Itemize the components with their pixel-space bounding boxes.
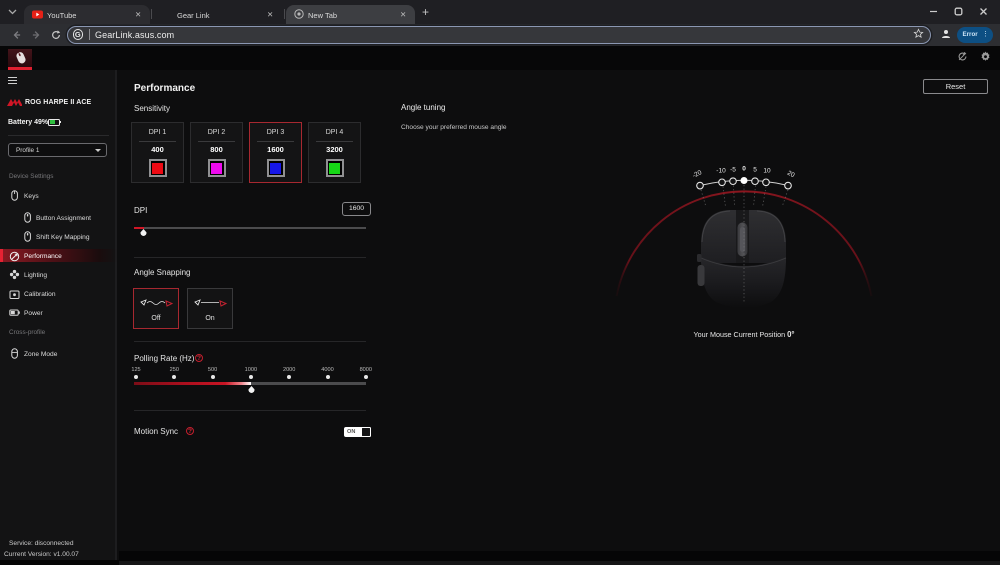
svg-text:0: 0 (742, 166, 746, 173)
svg-text:-5: -5 (730, 167, 736, 174)
svg-text:-10: -10 (716, 168, 726, 175)
svg-text:20: 20 (786, 170, 796, 180)
svg-text:5: 5 (753, 167, 757, 174)
svg-text:10: 10 (763, 168, 771, 175)
svg-text:-20: -20 (691, 169, 703, 180)
